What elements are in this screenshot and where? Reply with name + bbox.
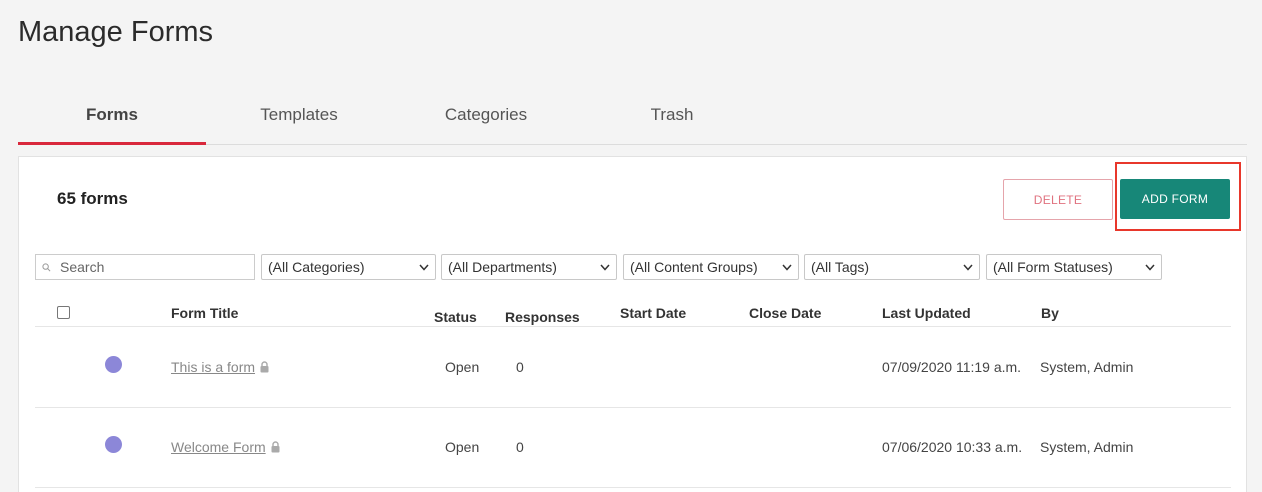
chevron-down-icon [963,264,973,271]
chevron-down-icon [600,264,610,271]
header-by[interactable]: By [1041,305,1059,321]
departments-select-value: (All Departments) [448,259,557,275]
header-responses[interactable]: Responses [505,309,580,325]
chevron-down-icon [419,264,429,271]
chevron-down-icon [782,264,792,271]
form-title-link[interactable]: Welcome Form [171,439,266,455]
header-last-updated[interactable]: Last Updated [882,305,971,321]
forms-panel: 65 forms DELETE ADD FORM (All Categories… [18,156,1247,492]
by-cell: System, Admin [1040,439,1134,455]
search-box[interactable] [35,254,255,280]
responses-cell: 0 [516,439,524,455]
delete-button[interactable]: DELETE [1003,179,1113,220]
search-input[interactable] [60,258,250,276]
categories-select-value: (All Categories) [268,259,365,275]
table-row: This is a form Open 0 07/09/2020 11:19 a… [35,328,1231,408]
by-cell: System, Admin [1040,359,1134,375]
status-cell: Open [445,359,480,375]
tab-trash[interactable]: Trash [578,92,766,145]
status-dot [105,436,122,453]
content-groups-select[interactable]: (All Content Groups) [623,254,799,280]
responses-cell: 0 [516,359,524,375]
last-updated-cell: 07/06/2020 10:33 a.m. [882,439,1023,455]
header-close-date[interactable]: Close Date [749,305,821,321]
tab-forms[interactable]: Forms [18,92,206,145]
add-form-button[interactable]: ADD FORM [1120,179,1230,219]
select-all-checkbox[interactable] [57,306,70,319]
form-title-cell: Welcome Form [171,439,281,455]
lock-icon [271,441,280,453]
departments-select[interactable]: (All Departments) [441,254,617,280]
tab-templates[interactable]: Templates [205,92,393,145]
last-updated-cell: 07/09/2020 11:19 a.m. [882,359,1022,375]
table-header: Form Title Status Responses Start Date C… [35,299,1231,327]
categories-select[interactable]: (All Categories) [261,254,436,280]
forms-count: 65 forms [57,189,128,208]
form-statuses-select[interactable]: (All Form Statuses) [986,254,1162,280]
form-statuses-select-value: (All Form Statuses) [993,259,1113,275]
tags-select-value: (All Tags) [811,259,870,275]
chevron-down-icon [1145,264,1155,271]
status-dot [105,356,122,373]
tags-select[interactable]: (All Tags) [804,254,980,280]
form-title-cell: This is a form [171,359,270,375]
search-icon [42,263,51,272]
tab-bar: Forms Templates Categories Trash [18,92,1247,145]
lock-icon [260,361,269,373]
header-status[interactable]: Status [434,309,477,325]
status-cell: Open [445,439,480,455]
form-title-link[interactable]: This is a form [171,359,255,375]
table-row: Welcome Form Open 0 07/06/2020 10:33 a.m… [35,408,1231,488]
header-start-date[interactable]: Start Date [620,305,686,321]
page-title: Manage Forms [18,16,214,48]
header-form-title[interactable]: Form Title [171,305,238,321]
content-groups-select-value: (All Content Groups) [630,259,758,275]
tab-categories[interactable]: Categories [392,92,580,145]
